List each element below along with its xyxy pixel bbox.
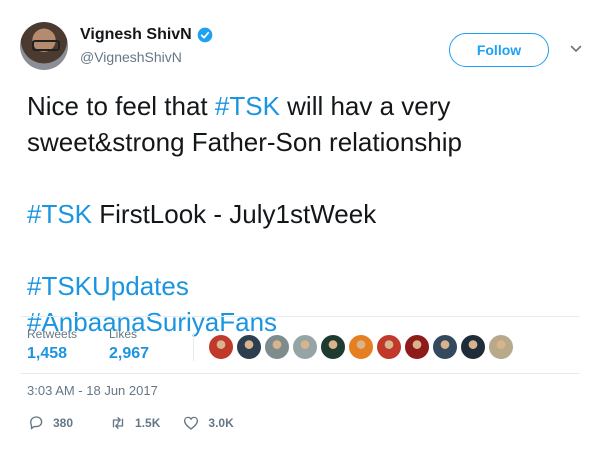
liker-avatar[interactable] <box>236 334 262 360</box>
user-name-row: Vignesh ShivN <box>80 26 213 44</box>
liker-avatar[interactable] <box>460 334 486 360</box>
liker-avatar[interactable] <box>432 334 458 360</box>
liker-avatar[interactable] <box>488 334 514 360</box>
reply-icon <box>30 416 43 430</box>
tweet-line: #TSK FirstLook - July1stWeek <box>27 196 587 232</box>
likes-stat[interactable]: Likes 2,967 <box>109 327 149 363</box>
liker-avatar[interactable] <box>376 334 402 360</box>
stats-divider-top <box>20 316 580 317</box>
liker-avatar[interactable] <box>292 334 318 360</box>
retweets-label: Retweets <box>27 327 78 341</box>
tweet-line: sweet&strong Father-Son relationship <box>27 124 587 160</box>
tweet-text-segment: Nice to feel that <box>27 91 215 121</box>
tweet-line: #TSKUpdates <box>27 268 587 304</box>
likes-label: Likes <box>109 327 138 341</box>
tweet-text-segment: FirstLook - July1stWeek <box>92 199 377 229</box>
reply-count: 380 <box>53 416 74 430</box>
tweet-line: Nice to feel that #TSK will hav a very <box>27 88 587 124</box>
avatar-glasses <box>32 40 60 51</box>
tweet-text-segment: will hav a very <box>279 91 451 121</box>
like-button[interactable]: 3.0K <box>182 414 234 432</box>
stats-divider-bottom <box>20 373 580 374</box>
follow-button[interactable]: Follow <box>449 33 549 67</box>
tweet-text: Nice to feel that #TSK will hav a very sw… <box>27 88 587 340</box>
hashtag-link[interactable]: #TSK <box>215 91 280 121</box>
stats-separator <box>193 333 194 361</box>
user-avatar[interactable] <box>20 22 68 70</box>
retweets-stat[interactable]: Retweets 1,458 <box>27 327 77 363</box>
chevron-down-icon[interactable] <box>570 44 582 54</box>
verified-badge-icon <box>197 27 213 43</box>
display-name[interactable]: Vignesh ShivN <box>80 26 192 44</box>
reply-button[interactable]: 380 <box>27 414 73 432</box>
liker-avatar[interactable] <box>404 334 430 360</box>
liker-avatar[interactable] <box>208 334 234 360</box>
liker-avatar[interactable] <box>264 334 290 360</box>
tweet-timestamp[interactable]: 3:03 AM - 18 Jun 2017 <box>27 383 158 398</box>
liker-avatar[interactable] <box>320 334 346 360</box>
liker-avatars <box>208 334 516 360</box>
user-handle[interactable]: @VigneshShivN <box>80 49 182 65</box>
tweet-text-segment: sweet&strong Father-Son relationship <box>27 127 463 157</box>
retweet-button[interactable]: 1.5K <box>109 414 160 432</box>
likes-count: 2,967 <box>109 345 150 362</box>
hashtag-link[interactable]: #TSKUpdates <box>27 271 189 301</box>
tweet-actions: 380 1.5K 3.0K <box>27 414 256 432</box>
retweets-count: 1,458 <box>27 345 68 362</box>
liker-avatar[interactable] <box>348 334 374 360</box>
retweet-count: 1.5K <box>135 416 161 430</box>
like-count: 3.0K <box>208 416 234 430</box>
retweet-icon <box>112 417 124 429</box>
hashtag-link[interactable]: #TSK <box>27 199 92 229</box>
heart-icon <box>184 416 199 430</box>
